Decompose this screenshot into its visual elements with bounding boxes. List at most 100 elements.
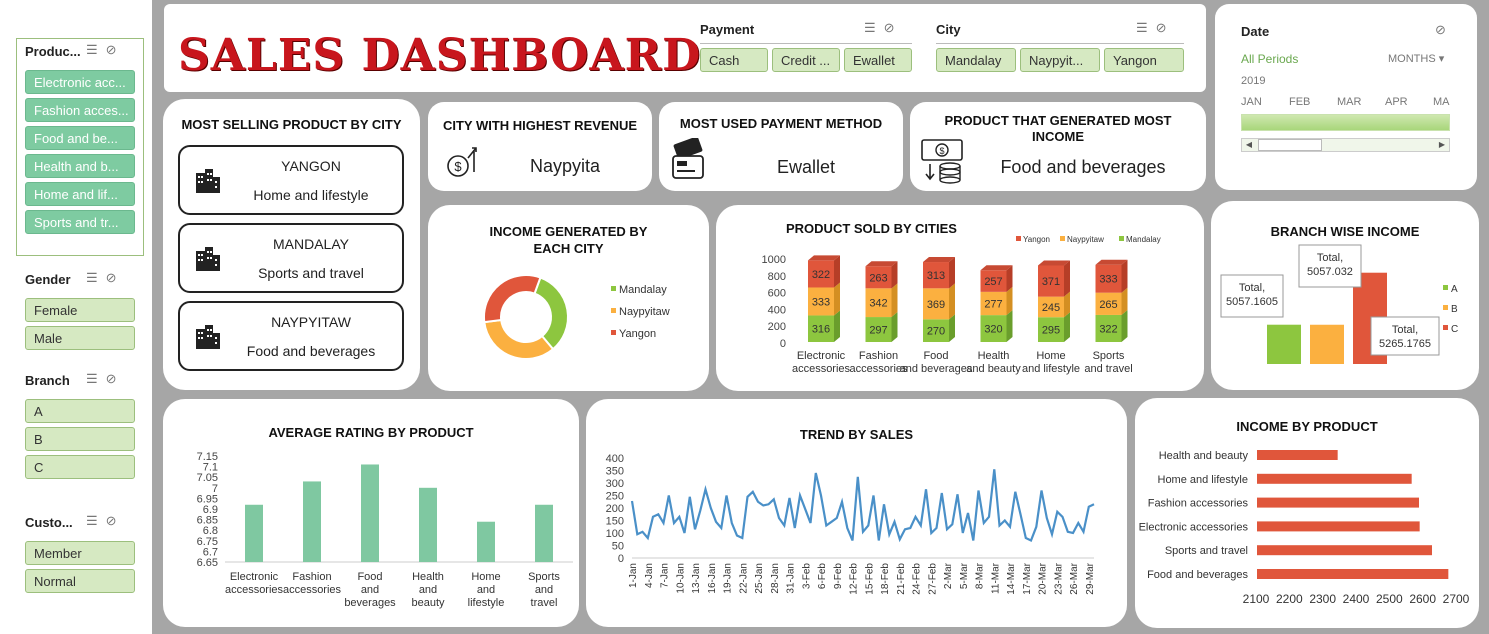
product-slicer-tools[interactable]: ☰⊘ — [86, 42, 125, 58]
clear-filter-icon[interactable]: ⊘ — [106, 270, 125, 285]
y-tick-label: 1000 — [762, 254, 786, 266]
city-name: NAYPYITAW — [271, 314, 351, 330]
credit-card-icon — [669, 136, 709, 187]
data-label: 322 — [1099, 323, 1117, 335]
legend-swatch — [1443, 285, 1448, 290]
customer-slicer-item[interactable]: Member — [25, 541, 135, 565]
y-tick-label: Sports and travel — [1165, 545, 1248, 557]
y-tick-label: Health and beauty — [1159, 450, 1249, 462]
y-tick-label: 200 — [606, 503, 624, 515]
x-tick-label: 7-Jan — [660, 563, 671, 588]
multi-select-icon[interactable]: ☰ — [1136, 20, 1156, 35]
multi-select-icon[interactable]: ☰ — [86, 513, 106, 528]
city-slicer-item[interactable]: Yangon — [1104, 48, 1184, 72]
timeline-bar[interactable] — [1241, 114, 1450, 131]
branch-slicer-tools[interactable]: ☰⊘ — [86, 371, 125, 387]
x-tick-label: 2-Mar — [943, 562, 954, 589]
month-label[interactable]: JAN — [1241, 96, 1262, 108]
clear-filter-icon[interactable]: ⊘ — [884, 20, 903, 35]
multi-select-icon[interactable]: ☰ — [86, 270, 106, 285]
month-label[interactable]: MA — [1433, 96, 1450, 108]
x-tick-label: accessories — [225, 584, 284, 596]
product-slicer-item[interactable]: Sports and tr... — [25, 210, 135, 234]
gender-slicer-title: Gender — [25, 272, 71, 287]
stack-segment-side — [891, 283, 898, 318]
x-tick-label: 2100 — [1243, 592, 1270, 606]
timeline-scrollbar[interactable]: ◀ ▶ — [1241, 138, 1450, 152]
payment-slicer-tools[interactable]: ☰⊘ — [864, 20, 903, 36]
customer-slicer-title: Custo... — [25, 515, 73, 530]
multi-select-icon[interactable]: ☰ — [864, 20, 884, 35]
payment-slicer-item[interactable]: Ewallet — [844, 48, 912, 72]
gender-slicer-item[interactable]: Female — [25, 298, 135, 322]
clear-filter-icon[interactable]: ⊘ — [1435, 22, 1446, 38]
product-slicer-item[interactable]: Food and be... — [25, 126, 135, 150]
scroll-right-arrow[interactable]: ▶ — [1435, 139, 1449, 151]
data-label: 245 — [1042, 302, 1060, 314]
month-label[interactable]: MAR — [1337, 96, 1361, 108]
x-tick-label: 8-Mar — [975, 562, 986, 589]
gender-slicer-tools[interactable]: ☰⊘ — [86, 270, 125, 286]
customer-slicer-item[interactable]: Normal — [25, 569, 135, 593]
product-slicer-item[interactable]: Home and lif... — [25, 182, 135, 206]
rating-bar — [477, 521, 495, 562]
stack-segment-side — [834, 255, 840, 288]
svg-text:$: $ — [939, 146, 944, 156]
x-tick-label: Fashion — [859, 350, 898, 362]
x-tick-label: 11-Mar — [990, 562, 1001, 594]
stack-segment-side — [1064, 312, 1070, 342]
x-tick-label: 29-Mar — [1085, 562, 1096, 594]
data-label: 371 — [1042, 276, 1060, 288]
clear-filter-icon[interactable]: ⊘ — [106, 513, 125, 528]
product-slicer-item[interactable]: Electronic acc... — [25, 70, 135, 94]
scroll-left-arrow[interactable]: ◀ — [1242, 139, 1256, 151]
payment-slicer-item[interactable]: Cash — [700, 48, 768, 72]
x-tick-label: 31-Jan — [786, 563, 797, 594]
branch-slicer-item[interactable]: B — [25, 427, 135, 451]
scroll-thumb[interactable] — [1258, 139, 1322, 151]
city-card-mandalay: MANDALAY Sports and travel — [178, 223, 404, 293]
month-label[interactable]: FEB — [1289, 96, 1310, 108]
stack-segment-side — [834, 282, 840, 316]
customer-slicer-tools[interactable]: ☰⊘ — [86, 513, 125, 529]
trend-panel: TREND BY SALES 400 350 300 250 200 150 100 50 0 1… — [586, 399, 1127, 627]
city-top-product: Food and beverages — [246, 343, 376, 359]
stack-segment-side — [891, 312, 898, 342]
x-tick-label: 24-Feb — [912, 563, 923, 595]
time-unit-dropdown[interactable]: MONTHS ▾ — [1388, 52, 1444, 65]
month-label[interactable]: APR — [1385, 96, 1408, 108]
gender-slicer-item[interactable]: Male — [25, 326, 135, 350]
income-by-city-panel: INCOME GENERATED BY EACH CITY Mandalay Na… — [428, 205, 709, 391]
product-slicer-item[interactable]: Fashion acces... — [25, 98, 135, 122]
x-tick-label: 17-Mar — [1022, 562, 1033, 594]
data-label: 295 — [1042, 325, 1060, 337]
multi-select-icon[interactable]: ☰ — [86, 371, 106, 386]
multi-select-icon[interactable]: ☰ — [86, 42, 106, 57]
clear-filter-icon[interactable]: ⊘ — [1156, 20, 1175, 35]
building-icon — [194, 245, 222, 276]
legend-label: Yangon — [1023, 235, 1050, 244]
clear-filter-icon[interactable]: ⊘ — [106, 42, 125, 57]
kpi-value: Naypyita — [529, 156, 601, 176]
product-slicer-item[interactable]: Health and b... — [25, 154, 135, 178]
x-tick-label: 15-Feb — [864, 563, 875, 595]
city-slicer-item[interactable]: Mandalay — [936, 48, 1016, 72]
x-tick-label: 9-Feb — [833, 563, 844, 590]
income-by-product-chart: Health and beauty Home and lifestyle Fashi… — [1139, 450, 1470, 606]
x-tick-label: and beauty — [966, 363, 1021, 375]
x-tick-label: Health — [412, 571, 444, 583]
city-name: YANGON — [281, 158, 341, 174]
x-tick-label: 2500 — [1376, 592, 1403, 606]
branch-slicer-item[interactable]: A — [25, 399, 135, 423]
legend-label: C — [1451, 324, 1458, 335]
branch-slicer-item[interactable]: C — [25, 455, 135, 479]
payment-slicer-item[interactable]: Credit ... — [772, 48, 840, 72]
data-label: 5265.1765 — [1379, 338, 1431, 350]
x-tick-label: 2200 — [1276, 592, 1303, 606]
city-slicer-tools[interactable]: ☰⊘ — [1136, 20, 1175, 36]
data-label: 297 — [869, 325, 887, 337]
legend-label: B — [1451, 304, 1458, 315]
city-slicer-item[interactable]: Naypyit... — [1020, 48, 1100, 72]
stack-segment-side — [1006, 310, 1013, 342]
clear-filter-icon[interactable]: ⊘ — [106, 371, 125, 386]
